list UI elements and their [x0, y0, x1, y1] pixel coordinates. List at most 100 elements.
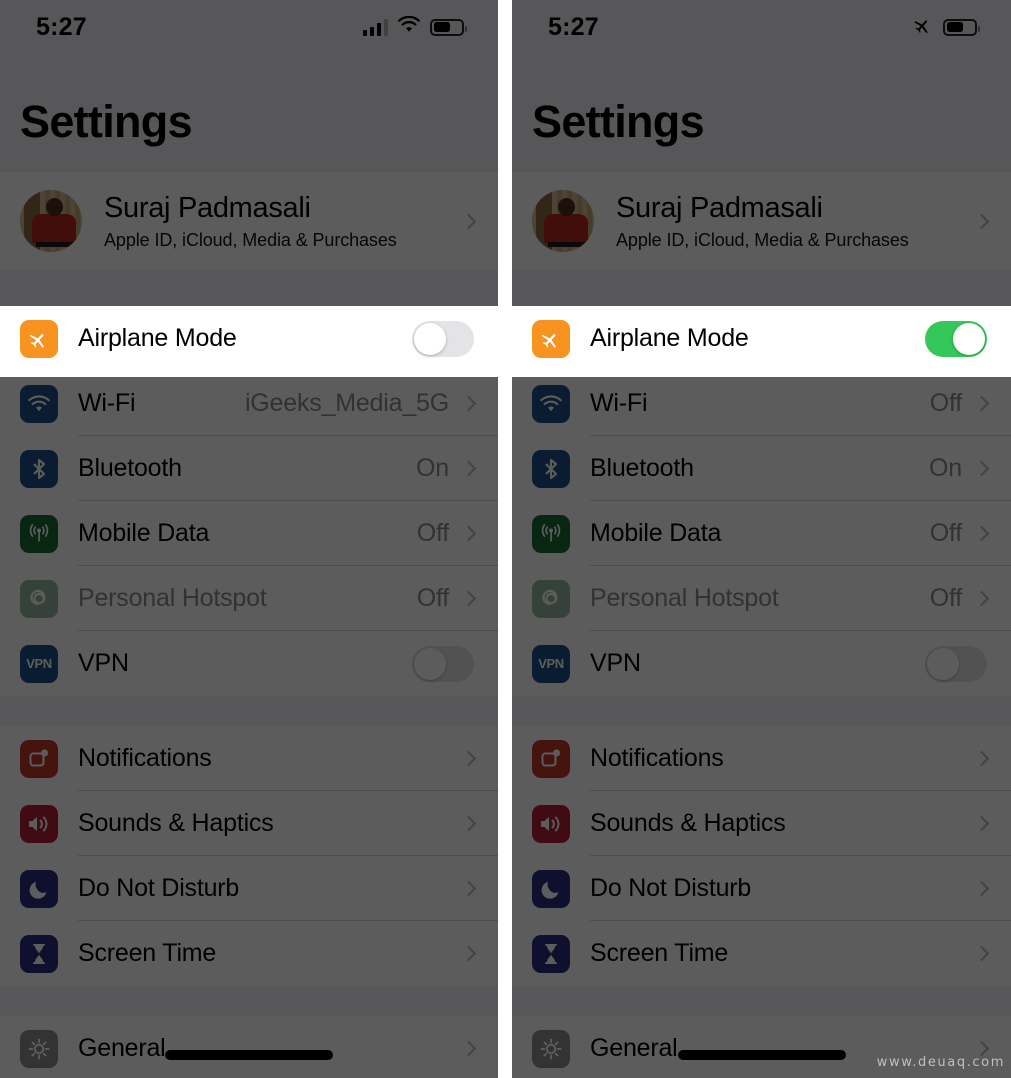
- chevron-right-icon: [460, 880, 477, 897]
- battery-icon: [943, 18, 980, 36]
- bluetooth-icon: [20, 449, 58, 488]
- toggle-vpn[interactable]: [925, 645, 987, 682]
- settings-row-mobile-data[interactable]: Mobile Data Off: [512, 501, 1011, 566]
- status-bar: 5:27: [0, 0, 498, 54]
- row-value: Off: [929, 389, 962, 417]
- chevron-right-icon: [460, 1040, 477, 1057]
- row-label: Bluetooth: [78, 454, 182, 482]
- settings-row-do-not-disturb[interactable]: Do Not Disturb: [512, 856, 1011, 921]
- toggle-vpn[interactable]: [412, 645, 474, 682]
- status-icon-group: [912, 14, 980, 41]
- settings-row-screen-time[interactable]: Screen Time: [0, 921, 498, 986]
- settings-row-bluetooth[interactable]: Bluetooth On: [0, 436, 498, 501]
- chevron-right-icon: [460, 750, 477, 767]
- row-value: Off: [416, 519, 449, 547]
- chevron-right-icon: [973, 880, 990, 897]
- row-value: On: [929, 454, 962, 482]
- chevron-right-icon: [460, 460, 477, 477]
- toggle-airplane-mode[interactable]: [925, 320, 987, 357]
- status-bar: 5:27: [512, 0, 1011, 54]
- toggle-knob: [414, 322, 446, 355]
- apple-id-account-row[interactable]: Suraj Padmasali Apple ID, iCloud, Media &…: [512, 172, 1011, 270]
- chevron-right-icon: [973, 750, 990, 767]
- chevron-right-icon: [460, 945, 477, 962]
- chevron-right-icon: [973, 395, 990, 412]
- page-title: Settings: [532, 96, 705, 147]
- wifi-icon: [532, 384, 570, 423]
- battery-icon: [430, 18, 467, 36]
- system-group: Notifications Sounds & Haptics Do Not Dist…: [512, 726, 1011, 986]
- row-label: Airplane Mode: [78, 324, 237, 352]
- row-label: Wi-Fi: [78, 389, 136, 417]
- settings-row-do-not-disturb[interactable]: Do Not Disturb: [0, 856, 498, 921]
- account-text: Suraj Padmasali Apple ID, iCloud, Media &…: [104, 192, 463, 251]
- settings-row-wi-fi[interactable]: Wi-Fi Off: [512, 371, 1011, 436]
- toggle-airplane-mode[interactable]: [412, 320, 474, 357]
- moon-icon: [20, 869, 58, 908]
- comparison-screenshot: 5:27 Settings Suraj Padmasali Apple ID, iCl…: [0, 0, 1011, 1078]
- settings-row-sounds-haptics[interactable]: Sounds & Haptics: [512, 791, 1011, 856]
- settings-row-bluetooth[interactable]: Bluetooth On: [512, 436, 1011, 501]
- account-subtitle: Apple ID, iCloud, Media & Purchases: [616, 229, 909, 250]
- connectivity-group: Wi-Fi Off Bluetooth On Mobile Data Off Persona…: [512, 371, 1011, 696]
- settings-row-mobile-data[interactable]: Mobile Data Off: [0, 501, 498, 566]
- row-value: On: [416, 454, 449, 482]
- vpn-icon: VPN: [20, 644, 58, 683]
- chevron-right-icon: [973, 460, 990, 477]
- notifications-icon: [20, 739, 58, 778]
- avatar: [20, 190, 82, 252]
- connectivity-group: Wi-Fi iGeeks_Media_5G Bluetooth On Mobile Da…: [0, 371, 498, 696]
- settings-row-personal-hotspot[interactable]: Personal Hotspot Off: [512, 566, 1011, 631]
- sounds-icon: [532, 804, 570, 843]
- airplane-mode-group: Airplane Mode: [0, 306, 498, 371]
- settings-row-notifications[interactable]: Notifications: [512, 726, 1011, 791]
- settings-row-general[interactable]: General: [0, 1016, 498, 1078]
- account-name: Suraj Padmasali: [104, 191, 311, 224]
- sounds-icon: [20, 804, 58, 843]
- home-indicator[interactable]: [165, 1050, 333, 1060]
- moon-icon: [532, 869, 570, 908]
- chevron-right-icon: [460, 815, 477, 832]
- chevron-right-icon: [973, 945, 990, 962]
- chevron-right-icon: [973, 525, 990, 542]
- settings-row-vpn[interactable]: VPN VPN: [0, 631, 498, 696]
- settings-row-airplane-mode[interactable]: Airplane Mode: [0, 306, 498, 371]
- status-airplane-icon: [912, 14, 934, 41]
- chevron-right-icon: [460, 525, 477, 542]
- row-label: Do Not Disturb: [590, 874, 752, 902]
- chevron-right-icon: [973, 213, 990, 229]
- settings-row-notifications[interactable]: Notifications: [0, 726, 498, 791]
- toggle-knob: [414, 647, 446, 680]
- row-label: Mobile Data: [590, 519, 722, 547]
- row-label: Sounds & Haptics: [78, 809, 274, 837]
- hourglass-icon: [532, 934, 570, 973]
- status-wifi-icon: [397, 15, 421, 39]
- bluetooth-icon: [532, 449, 570, 488]
- settings-row-personal-hotspot[interactable]: Personal Hotspot Off: [0, 566, 498, 631]
- phone-screen-right: 5:27 Settings Suraj Padmasali Apple ID, iCl…: [512, 0, 1011, 1078]
- account-name: Suraj Padmasali: [616, 191, 823, 224]
- settings-row-wi-fi[interactable]: Wi-Fi iGeeks_Media_5G: [0, 371, 498, 436]
- toggle-knob: [953, 322, 985, 355]
- settings-row-vpn[interactable]: VPN VPN: [512, 631, 1011, 696]
- row-label: Personal Hotspot: [590, 584, 779, 612]
- hourglass-icon: [20, 934, 58, 973]
- mobile-data-icon: [20, 514, 58, 553]
- row-label: Bluetooth: [590, 454, 694, 482]
- home-indicator[interactable]: [677, 1050, 846, 1060]
- settings-row-screen-time[interactable]: Screen Time: [512, 921, 1011, 986]
- settings-row-airplane-mode[interactable]: Airplane Mode: [512, 306, 1011, 371]
- phone-screen-left: 5:27 Settings Suraj Padmasali Apple ID, iCl…: [0, 0, 498, 1078]
- row-label: Notifications: [78, 744, 212, 772]
- cellular-bars-icon: [362, 18, 388, 36]
- avatar: [532, 190, 594, 252]
- settings-row-sounds-haptics[interactable]: Sounds & Haptics: [0, 791, 498, 856]
- wifi-icon: [20, 384, 58, 423]
- apple-id-account-row[interactable]: Suraj Padmasali Apple ID, iCloud, Media &…: [0, 172, 498, 270]
- chevron-right-icon: [973, 815, 990, 832]
